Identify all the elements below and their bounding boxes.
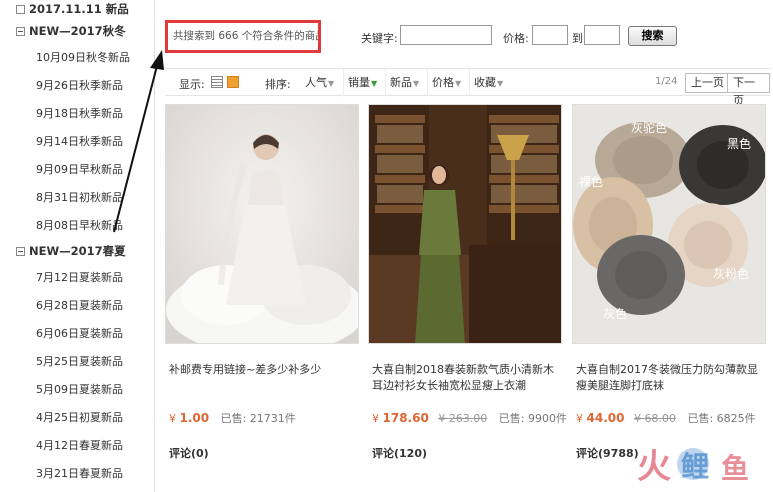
review-count[interactable]: 评论(9788) bbox=[576, 445, 639, 461]
original-price: ¥ 68.00 bbox=[633, 412, 676, 425]
keyword-input[interactable] bbox=[400, 25, 492, 45]
sold-count: 已售: 9900件 bbox=[498, 412, 567, 425]
image-label: 灰驼色 bbox=[631, 121, 668, 135]
category-item[interactable]: 9月14日秋季新品 bbox=[0, 128, 154, 156]
category-item[interactable]: 4月12日春夏新品 bbox=[0, 432, 154, 460]
product-title[interactable]: 大喜自制2017冬装微压力防勾薄款显瘦美腿连脚打底袜 bbox=[576, 362, 768, 394]
category-item[interactable]: 8月08日早秋新品 bbox=[0, 212, 154, 240]
original-price: ¥ 263.00 bbox=[438, 412, 488, 425]
category-group-spring[interactable]: NEW—2017春夏 bbox=[0, 242, 154, 260]
list-toolbar: 显示: 排序: 人气▼ 销量▼ 新品▼ 价格▼ 收藏▼ 1/24 上一页 下一页 bbox=[165, 68, 770, 107]
next-page-button[interactable]: 下一页 bbox=[727, 73, 770, 107]
category-item[interactable]: 6月28日夏装新品 bbox=[0, 292, 154, 320]
keyword-label: 关键字: bbox=[361, 32, 398, 45]
category-group-label: NEW—2017春夏 bbox=[29, 244, 126, 258]
page-indicator: 1/24 bbox=[655, 76, 678, 87]
product-card[interactable]: 大喜自制2018春装新款气质小清新木耳边衬衫女长袖宽松显瘦上衣潮 ¥ 178.6… bbox=[368, 104, 567, 464]
product-grid: 补邮费专用链接~差多少补多少 ¥ 1.00 已售: 21731件 评论(0) 大… bbox=[160, 104, 770, 492]
product-image-wedding-dress[interactable] bbox=[165, 104, 359, 344]
product-image-stockings[interactable]: 灰驼色 黑色 裸色 灰粉色 灰色 bbox=[572, 104, 766, 344]
search-bar: 共搜索到 666 个符合条件的商品 关键字: 价格: 到 搜索 bbox=[165, 20, 770, 56]
svg-text:鱼: 鱼 bbox=[721, 452, 749, 485]
price-min-input[interactable] bbox=[532, 25, 568, 45]
sort-label: 排序: bbox=[265, 78, 291, 91]
sort-sales[interactable]: 销量▼ bbox=[343, 69, 381, 97]
product-title[interactable]: 补邮费专用链接~差多少补多少 bbox=[169, 362, 361, 378]
category-group-label: 2017.11.11 新品 bbox=[29, 2, 129, 16]
product-card[interactable]: 补邮费专用链接~差多少补多少 ¥ 1.00 已售: 21731件 评论(0) bbox=[165, 104, 363, 464]
svg-text:鲤: 鲤 bbox=[681, 450, 709, 483]
image-label: 灰色 bbox=[603, 307, 628, 321]
product-card[interactable]: 灰驼色 黑色 裸色 灰粉色 灰色 大喜自制2017冬装微压力防勾薄款显瘦美腿连脚… bbox=[572, 104, 770, 464]
category-item[interactable]: 9月09日早秋新品 bbox=[0, 156, 154, 184]
sort-popularity[interactable]: 人气▼ bbox=[301, 69, 338, 97]
category-item[interactable]: 9月26日秋季新品 bbox=[0, 72, 154, 100]
display-label: 显示: bbox=[179, 78, 205, 91]
image-label: 灰粉色 bbox=[713, 267, 750, 281]
sort-arrow-icon: ▼ bbox=[371, 79, 378, 88]
price-to-label: 到 bbox=[572, 32, 583, 45]
sold-count: 已售: 6825件 bbox=[687, 412, 756, 425]
grid-view-icon[interactable] bbox=[227, 76, 239, 88]
price-row: ¥ 44.00 ¥ 68.00 已售: 6825件 bbox=[576, 411, 756, 425]
sort-price[interactable]: 价格▼ bbox=[427, 69, 465, 97]
product-price: 178.60 bbox=[382, 411, 429, 425]
prev-page-button[interactable]: 上一页 bbox=[685, 73, 730, 93]
category-group-label: NEW—2017秋冬 bbox=[29, 24, 126, 38]
category-item[interactable]: 6月06日夏装新品 bbox=[0, 320, 154, 348]
image-label: 裸色 bbox=[579, 175, 604, 189]
sort-new[interactable]: 新品▼ bbox=[385, 69, 423, 97]
category-sidebar: 2017.11.11 新品 NEW—2017秋冬 10月09日秋冬新品 9月26… bbox=[0, 0, 155, 492]
list-view-icon[interactable] bbox=[211, 76, 223, 88]
sort-arrow-icon: ▼ bbox=[413, 79, 420, 88]
sort-arrow-icon: ▼ bbox=[328, 79, 335, 88]
product-price: 44.00 bbox=[586, 411, 625, 425]
category-item[interactable]: 4月25日初夏新品 bbox=[0, 404, 154, 432]
expand-icon[interactable] bbox=[16, 4, 25, 14]
product-image-library-shirt[interactable] bbox=[368, 104, 562, 344]
sold-count: 已售: 21731件 bbox=[220, 412, 296, 425]
category-group-autumn[interactable]: NEW—2017秋冬 bbox=[0, 22, 154, 40]
category-item[interactable]: 10月09日秋冬新品 bbox=[0, 44, 154, 72]
price-label: 价格: bbox=[503, 32, 529, 45]
price-max-input[interactable] bbox=[584, 25, 620, 45]
price-row: ¥ 1.00 已售: 21731件 bbox=[169, 411, 296, 425]
sort-arrow-icon: ▼ bbox=[497, 79, 504, 88]
category-item[interactable]: 5月25日夏装新品 bbox=[0, 348, 154, 376]
category-item[interactable]: 8月31日初秋新品 bbox=[0, 184, 154, 212]
product-price: 1.00 bbox=[179, 411, 210, 425]
product-title[interactable]: 大喜自制2018春装新款气质小清新木耳边衬衫女长袖宽松显瘦上衣潮 bbox=[372, 362, 564, 394]
collapse-icon[interactable] bbox=[16, 26, 25, 36]
sort-favorites[interactable]: 收藏▼ bbox=[469, 69, 507, 97]
category-item[interactable]: 5月09日夏装新品 bbox=[0, 376, 154, 404]
sort-arrow-icon: ▼ bbox=[455, 79, 462, 88]
collapse-icon[interactable] bbox=[16, 246, 25, 256]
svg-text:火: 火 bbox=[637, 447, 671, 487]
search-button[interactable]: 搜索 bbox=[628, 26, 677, 46]
category-item[interactable]: 9月18日秋季新品 bbox=[0, 100, 154, 128]
image-label: 黑色 bbox=[727, 137, 752, 151]
watermark-logo: 火 鲤 鱼 bbox=[637, 447, 749, 487]
review-count[interactable]: 评论(0) bbox=[169, 445, 209, 461]
category-item[interactable]: 3月21日春夏新品 bbox=[0, 460, 154, 488]
price-row: ¥ 178.60 ¥ 263.00 已售: 9900件 bbox=[372, 411, 567, 425]
review-count[interactable]: 评论(120) bbox=[372, 445, 427, 461]
category-group-2017-11-11[interactable]: 2017.11.11 新品 bbox=[0, 0, 154, 18]
category-item[interactable]: 7月12日夏装新品 bbox=[0, 264, 154, 292]
result-count-highlight: 共搜索到 666 个符合条件的商品 bbox=[165, 20, 321, 53]
